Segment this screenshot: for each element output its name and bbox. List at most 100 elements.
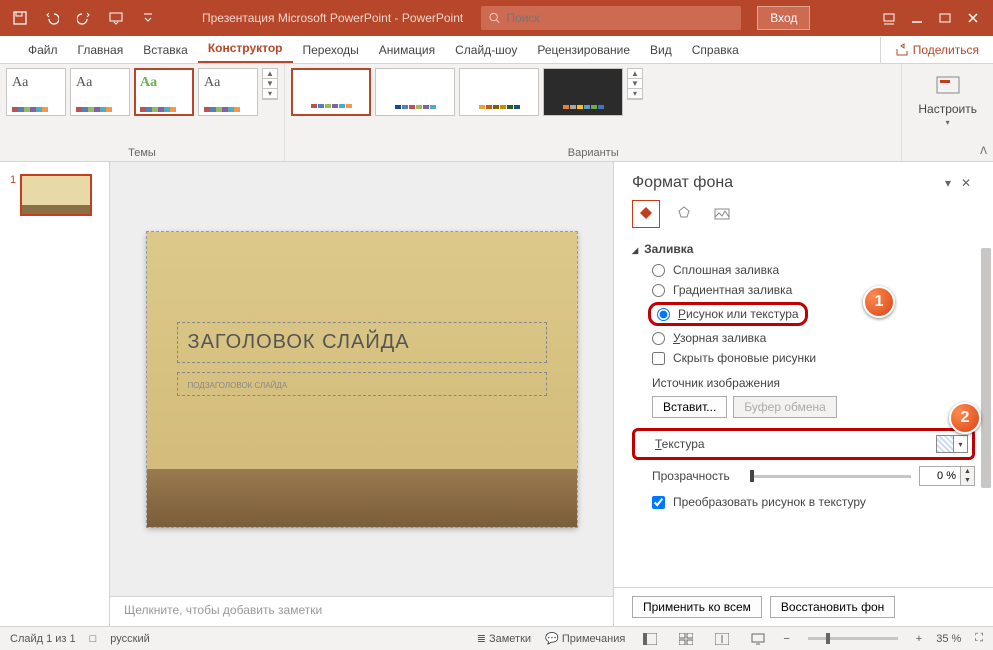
scroll-up-icon[interactable]: ▲ (628, 69, 642, 79)
pane-options-icon[interactable]: ▾ (939, 176, 957, 190)
start-slideshow-icon[interactable] (102, 4, 130, 32)
effects-tab[interactable] (670, 200, 698, 228)
variant-thumb[interactable] (375, 68, 455, 116)
quick-access-toolbar (6, 4, 162, 32)
pane-close-icon[interactable]: ✕ (957, 176, 975, 190)
themes-gallery-scroll[interactable]: ▲▼▾ (262, 68, 278, 100)
texture-swatch[interactable] (936, 435, 954, 453)
close-icon[interactable] (959, 4, 987, 32)
maximize-icon[interactable] (931, 4, 959, 32)
slide-thumbnails-panel: 1 (0, 162, 110, 626)
tab-view[interactable]: Вид (640, 37, 682, 63)
normal-view-icon[interactable] (639, 630, 661, 648)
minimize-icon[interactable] (903, 4, 931, 32)
annotation-badge-2: 2 (949, 402, 981, 434)
tab-animations[interactable]: Анимация (369, 37, 445, 63)
undo-icon[interactable] (38, 4, 66, 32)
transparency-slider[interactable] (750, 475, 911, 478)
fit-to-window-icon[interactable]: ⛶ (975, 632, 983, 645)
spin-down-icon[interactable]: ▼ (961, 476, 974, 485)
reset-background-button[interactable]: Восстановить фон (770, 596, 895, 618)
slide-title-placeholder[interactable]: ЗАГОЛОВОК СЛАЙДА (177, 322, 547, 363)
scroll-up-icon[interactable]: ▲ (263, 69, 277, 79)
picture-tab[interactable] (708, 200, 736, 228)
pane-category-tabs (614, 200, 993, 238)
configure-button[interactable]: Настроить ▾ (908, 68, 987, 131)
zoom-out-icon[interactable]: − (783, 633, 789, 645)
radio-picture-texture-fill[interactable]: Рисунок или текстура (657, 307, 799, 321)
clipboard-button: Буфер обмена (733, 396, 837, 418)
redo-icon[interactable] (70, 4, 98, 32)
tab-file[interactable]: Файл (18, 37, 68, 63)
notes-pane[interactable]: Щелкните, чтобы добавить заметки (110, 596, 613, 626)
fill-section-header[interactable]: Заливка (632, 238, 975, 260)
variant-thumb[interactable] (543, 68, 623, 116)
tab-review[interactable]: Рецензирование (527, 37, 640, 63)
slide-subtitle-placeholder[interactable]: ПОДЗАГОЛОВОК СЛАЙДА (177, 372, 547, 396)
variant-thumb-selected[interactable] (291, 68, 371, 116)
gallery-expand-icon[interactable]: ▾ (263, 89, 277, 99)
transparency-input[interactable] (920, 468, 960, 484)
insert-image-button[interactable]: Вставит... (652, 396, 727, 418)
theme-thumb[interactable]: Aa (70, 68, 130, 116)
slide-counter[interactable]: Слайд 1 из 1 (10, 633, 76, 645)
group-label-variants: Варианты (291, 145, 895, 161)
notes-toggle[interactable]: ≣ Заметки (477, 632, 531, 645)
tab-help[interactable]: Справка (682, 37, 749, 63)
variants-gallery-scroll[interactable]: ▲▼▾ (627, 68, 643, 100)
search-box[interactable] (481, 6, 741, 30)
format-background-pane: Формат фона ▾ ✕ Заливка Сплошная заливка… (613, 162, 993, 626)
slide-title-text: ЗАГОЛОВОК СЛАЙДА (188, 331, 536, 354)
tab-insert[interactable]: Вставка (133, 37, 198, 63)
spellcheck-icon[interactable]: □ (90, 633, 97, 645)
comments-toggle[interactable]: 💬 Примечания (545, 632, 625, 645)
pane-body: Заливка Сплошная заливка Градиентная зал… (614, 238, 993, 587)
collapse-ribbon-icon[interactable]: ᐱ (980, 146, 987, 157)
theme-thumb-selected[interactable]: Aa (134, 68, 194, 116)
window-controls (875, 4, 987, 32)
texture-dropdown[interactable]: ▾ (954, 435, 968, 453)
ribbon-options-icon[interactable] (875, 4, 903, 32)
scroll-down-icon[interactable]: ▼ (263, 79, 277, 89)
transparency-label: Прозрачность (652, 469, 742, 483)
pane-scrollbar[interactable] (981, 248, 991, 488)
tab-transitions[interactable]: Переходы (293, 37, 369, 63)
ribbon: Aa Aa Aa Aa ▲▼▾ Темы ▲▼▾ Варианты Настро… (0, 64, 993, 162)
radio-gradient-fill[interactable]: Градиентная заливка (632, 280, 975, 300)
share-button[interactable]: Поделиться (880, 37, 993, 63)
slide-thumbnail[interactable]: 1 (10, 174, 99, 216)
search-input[interactable] (506, 11, 733, 25)
document-title: Презентация Microsoft PowerPoint - Power… (202, 11, 463, 25)
qat-dropdown-icon[interactable] (134, 4, 162, 32)
variant-thumb[interactable] (459, 68, 539, 116)
tab-slideshow[interactable]: Слайд-шоу (445, 37, 527, 63)
fill-tab[interactable] (632, 200, 660, 228)
zoom-in-icon[interactable]: + (916, 633, 922, 645)
login-button[interactable]: Вход (757, 6, 810, 30)
theme-thumb[interactable]: Aa (198, 68, 258, 116)
zoom-level[interactable]: 35 % (936, 633, 961, 645)
sorter-view-icon[interactable] (675, 630, 697, 648)
pane-title: Формат фона (632, 174, 939, 192)
radio-solid-fill[interactable]: Сплошная заливка (632, 260, 975, 280)
tab-design[interactable]: Конструктор (198, 35, 293, 63)
language-indicator[interactable]: русский (110, 633, 149, 645)
check-hide-bg-graphics[interactable]: Скрыть фоновые рисунки (632, 348, 975, 368)
tab-home[interactable]: Главная (68, 37, 134, 63)
slide-canvas[interactable]: ЗАГОЛОВОК СЛАЙДА ПОДЗАГОЛОВОК СЛАЙДА (147, 232, 577, 527)
reading-view-icon[interactable] (711, 630, 733, 648)
texture-label: Текстура (655, 437, 936, 451)
save-icon[interactable] (6, 4, 34, 32)
theme-thumb[interactable]: Aa (6, 68, 66, 116)
apply-to-all-button[interactable]: Применить ко всем (632, 596, 762, 618)
gallery-expand-icon[interactable]: ▾ (628, 89, 642, 99)
radio-pattern-fill[interactable]: Узорная заливка (632, 328, 975, 348)
spin-up-icon[interactable]: ▲ (961, 467, 974, 476)
scroll-down-icon[interactable]: ▼ (628, 79, 642, 89)
status-bar: Слайд 1 из 1 □ русский ≣ Заметки 💬 Приме… (0, 626, 993, 650)
chevron-down-icon: ▾ (946, 118, 950, 127)
check-tile-picture[interactable]: Преобразовать рисунок в текстуру (632, 492, 975, 512)
transparency-spinner[interactable]: ▲▼ (919, 466, 975, 486)
slideshow-view-icon[interactable] (747, 630, 769, 648)
zoom-slider[interactable] (808, 637, 898, 640)
